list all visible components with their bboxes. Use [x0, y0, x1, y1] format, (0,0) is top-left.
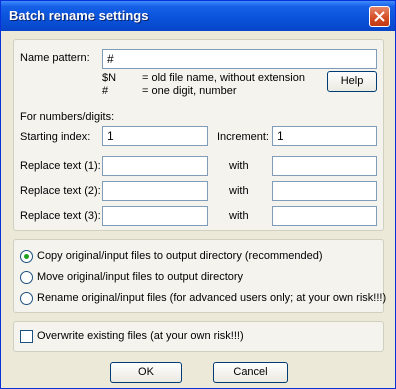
- overwrite-checkbox[interactable]: [20, 330, 33, 343]
- replace-label-2: Replace text (2):: [20, 185, 101, 197]
- help-button[interactable]: Help: [327, 71, 377, 92]
- starting-index-label: Starting index:: [20, 131, 91, 143]
- replace-with-label-2: with: [229, 185, 249, 197]
- replace-from-input-3[interactable]: [102, 206, 208, 226]
- starting-index-input[interactable]: 1: [102, 126, 208, 146]
- overwrite-group: Overwrite existing files (at your own ri…: [13, 321, 384, 352]
- replace-to-input-1[interactable]: [272, 156, 377, 176]
- close-button[interactable]: [369, 6, 390, 27]
- move-mode-label[interactable]: Move original/input files to output dire…: [37, 271, 243, 283]
- replace-with-label-3: with: [229, 210, 249, 222]
- rename-options-group: Name pattern: # $N = old file name, with…: [13, 39, 384, 231]
- help-token-1: $N: [102, 72, 117, 84]
- rename-mode-radio[interactable]: [20, 292, 33, 305]
- replace-from-input-2[interactable]: [102, 181, 208, 201]
- file-mode-group: Copy original/input files to output dire…: [13, 239, 386, 313]
- window-title: Batch rename settings: [9, 8, 149, 23]
- dialog-body: Name pattern: # $N = old file name, with…: [4, 31, 392, 386]
- help-token-2: #: [102, 85, 109, 97]
- help-desc-1: = old file name, without extension: [142, 72, 305, 84]
- increment-label: Increment:: [217, 131, 269, 143]
- numbers-heading: For numbers/digits:: [20, 111, 115, 123]
- batch-rename-dialog: Batch rename settings Name pattern: # $N…: [0, 0, 396, 389]
- help-desc-2: = one digit, number: [142, 85, 237, 97]
- increment-input[interactable]: 1: [272, 126, 377, 146]
- name-pattern-label: Name pattern:: [20, 52, 90, 64]
- rename-mode-label[interactable]: Rename original/input files (for advance…: [37, 292, 386, 304]
- name-pattern-input[interactable]: #: [102, 49, 377, 69]
- overwrite-label[interactable]: Overwrite existing files (at your own ri…: [37, 330, 244, 342]
- replace-to-input-2[interactable]: [272, 181, 377, 201]
- replace-label-3: Replace text (3):: [20, 210, 101, 222]
- ok-button[interactable]: OK: [110, 362, 182, 383]
- replace-label-1: Replace text (1):: [20, 160, 101, 172]
- copy-mode-radio[interactable]: [20, 250, 33, 263]
- close-icon: [374, 11, 385, 22]
- replace-to-input-3[interactable]: [272, 206, 377, 226]
- replace-with-label-1: with: [229, 160, 249, 172]
- replace-from-input-1[interactable]: [102, 156, 208, 176]
- cancel-button[interactable]: Cancel: [213, 362, 288, 383]
- move-mode-radio[interactable]: [20, 271, 33, 284]
- title-bar[interactable]: Batch rename settings: [1, 1, 395, 31]
- copy-mode-label[interactable]: Copy original/input files to output dire…: [37, 250, 323, 262]
